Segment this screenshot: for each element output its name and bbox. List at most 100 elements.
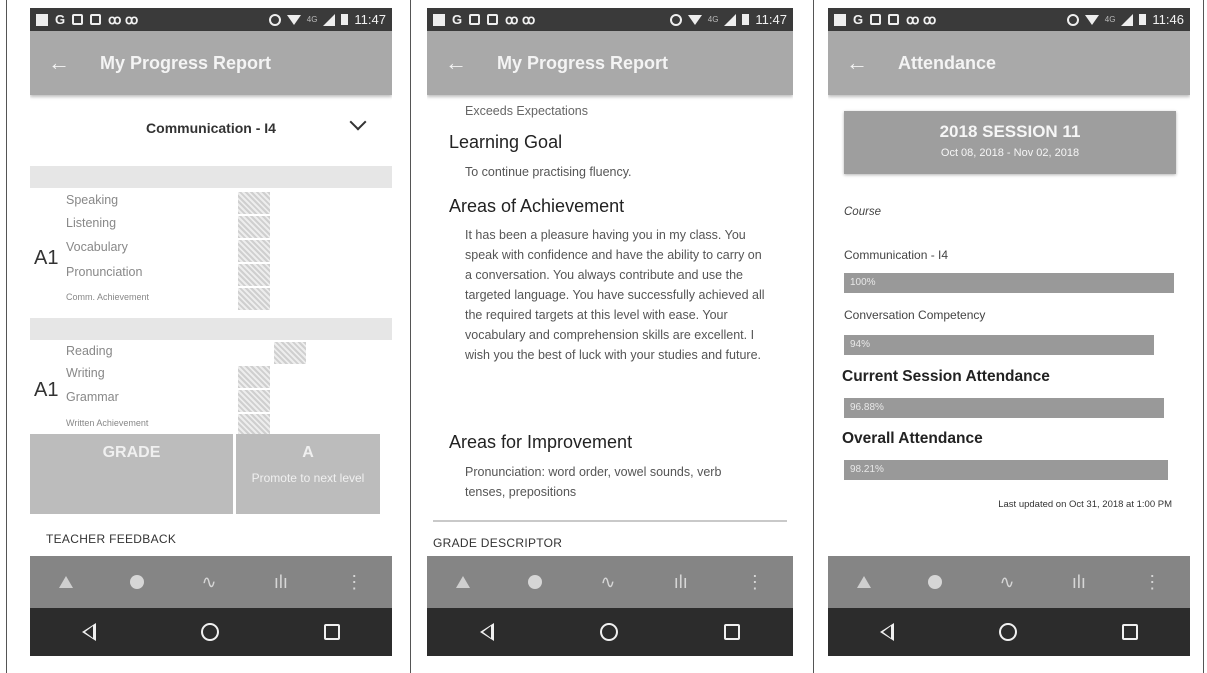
frame-divider (410, 0, 411, 673)
battery-icon (742, 14, 750, 25)
home-circle-icon[interactable] (200, 623, 219, 641)
teacher-feedback-label[interactable]: TEACHER FEEDBACK (46, 532, 176, 546)
score-cell (238, 366, 270, 388)
skill-vocabulary: Vocabulary (66, 240, 128, 254)
session-dates: Oct 08, 2018 - Nov 02, 2018 (940, 147, 1080, 159)
voicemail-icon: ꝏ ꝏ (108, 11, 139, 27)
score-cell (238, 288, 270, 310)
achievement-text: It has been a pleasure having you in my … (465, 228, 765, 362)
page-title: My Progress Report (497, 52, 669, 73)
screenshot-page: G ꝏ ꝏ 4G 11:47 ← My Progress Report Comm… (0, 0, 1207, 673)
skill-listening: Listening (66, 216, 117, 230)
oral-level: A1 (34, 247, 59, 269)
skill-group-header (30, 166, 392, 188)
more-icon[interactable]: ⋮ (1143, 572, 1161, 593)
back-arrow-icon[interactable]: ← (48, 50, 78, 76)
current-session-bar: 96.88% (844, 398, 1164, 418)
improvement-text: Pronunciation: word order, vowel sounds,… (465, 465, 722, 499)
course2-attendance-bar: 94% (844, 335, 1154, 355)
score-cell (238, 240, 270, 262)
chevron-down-icon (349, 113, 367, 131)
bottom-nav: ∿ ılı ⋮ (30, 556, 392, 608)
last-updated-text: Last updated on Oct 31, 2018 at 1:00 PM (998, 499, 1172, 510)
grade-descriptor-label[interactable]: GRADE DESCRIPTOR (433, 536, 562, 550)
page-title: My Progress Report (100, 52, 272, 73)
back-triangle-icon[interactable] (880, 623, 895, 641)
system-nav (427, 608, 793, 656)
skill-pronunciation: Pronunciation (66, 265, 143, 279)
session-title: 2018 SESSION 11 (939, 122, 1081, 141)
written-level: A1 (34, 379, 59, 401)
stats-icon[interactable]: ılı (1072, 572, 1086, 593)
home-icon[interactable] (856, 576, 871, 588)
home-circle-icon[interactable] (998, 623, 1017, 641)
progress-icon[interactable] (130, 575, 145, 589)
more-icon[interactable]: ⋮ (345, 572, 363, 593)
stats-icon[interactable]: ılı (274, 572, 288, 593)
current-session-pct: 96.88% (850, 402, 884, 413)
battery-icon (341, 14, 349, 25)
course-label: Course (844, 206, 882, 218)
bottom-nav: ∿ ılı ⋮ (427, 556, 793, 608)
battery-icon (1139, 14, 1147, 25)
skill-written-achievement: Written Achievement (66, 418, 149, 428)
wifi-icon (286, 14, 301, 25)
skill-reading: Reading (66, 344, 113, 358)
overall-attendance-bar: 98.21% (844, 460, 1168, 480)
frame-divider (1203, 0, 1204, 673)
status-letter-g: G (55, 12, 66, 27)
overall-attendance-heading: Overall Attendance (842, 430, 983, 447)
signal-icon (724, 13, 737, 26)
app-bar: ← My Progress Report (30, 31, 392, 95)
written-skills-group: A1 Reading Writing Grammar Written Achie… (30, 342, 392, 436)
back-triangle-icon[interactable] (480, 623, 494, 641)
stats-icon[interactable]: ılı (674, 572, 688, 593)
back-triangle-icon[interactable] (82, 623, 97, 641)
page-title: Attendance (898, 52, 997, 73)
overall-attendance-pct: 98.21% (850, 464, 884, 475)
clock: 11:47 (354, 12, 386, 27)
status-bar: G ꝏ ꝏ 4G 11:47 (427, 8, 793, 31)
activity-icon[interactable]: ∿ (600, 572, 615, 593)
signal-icon (323, 13, 336, 26)
activity-icon[interactable]: ∿ (999, 572, 1014, 593)
bottom-nav: ∿ ılı ⋮ (828, 556, 1190, 608)
score-cell (238, 264, 270, 286)
alarm-icon (1066, 13, 1079, 26)
home-icon[interactable] (58, 576, 73, 588)
home-icon[interactable] (456, 576, 471, 588)
alarm-icon (268, 13, 281, 26)
back-arrow-icon[interactable]: ← (846, 50, 876, 76)
recent-apps-icon[interactable] (724, 624, 740, 640)
back-arrow-icon[interactable]: ← (445, 50, 475, 76)
progress-icon[interactable] (528, 575, 543, 589)
grade-value: A (302, 444, 314, 461)
score-cell (238, 390, 270, 412)
status-bar: G ꝏ ꝏ 4G 11:47 (30, 8, 392, 31)
cast-icon (72, 14, 84, 25)
course-dropdown[interactable]: Communication - I4 (30, 108, 392, 148)
more-icon[interactable]: ⋮ (746, 572, 764, 593)
recent-apps-icon[interactable] (1121, 624, 1138, 640)
oral-skills-group: A1 Speaking Listening Vocabulary Pronunc… (30, 192, 392, 314)
recent-apps-icon[interactable] (323, 624, 340, 640)
course1-name: Communication - I4 (844, 248, 949, 262)
score-cell (238, 192, 270, 214)
score-cell (238, 414, 270, 436)
phone-progress-report-feedback: G ꝏ ꝏ 4G 11:47 ← My Progress Report Exce… (427, 8, 793, 656)
voicemail-icon: ꝏ ꝏ (906, 11, 937, 27)
wifi-icon (687, 14, 702, 25)
learning-goal-heading: Learning Goal (449, 132, 563, 152)
grade-label: GRADE (102, 444, 161, 461)
status-letter-g: G (452, 12, 463, 27)
session-card[interactable]: 2018 SESSION 11 Oct 08, 2018 - Nov 02, 2… (844, 111, 1176, 174)
status-letter-g: G (853, 12, 864, 27)
facebook-icon (433, 13, 445, 26)
app-bar: ← My Progress Report (427, 31, 793, 95)
course1-attendance-bar: 100% (844, 273, 1174, 293)
activity-icon[interactable]: ∿ (201, 572, 216, 593)
course1-attendance-pct: 100% (850, 277, 876, 288)
progress-icon[interactable] (928, 575, 943, 589)
home-circle-icon[interactable] (600, 623, 618, 641)
facebook-icon (36, 13, 48, 26)
